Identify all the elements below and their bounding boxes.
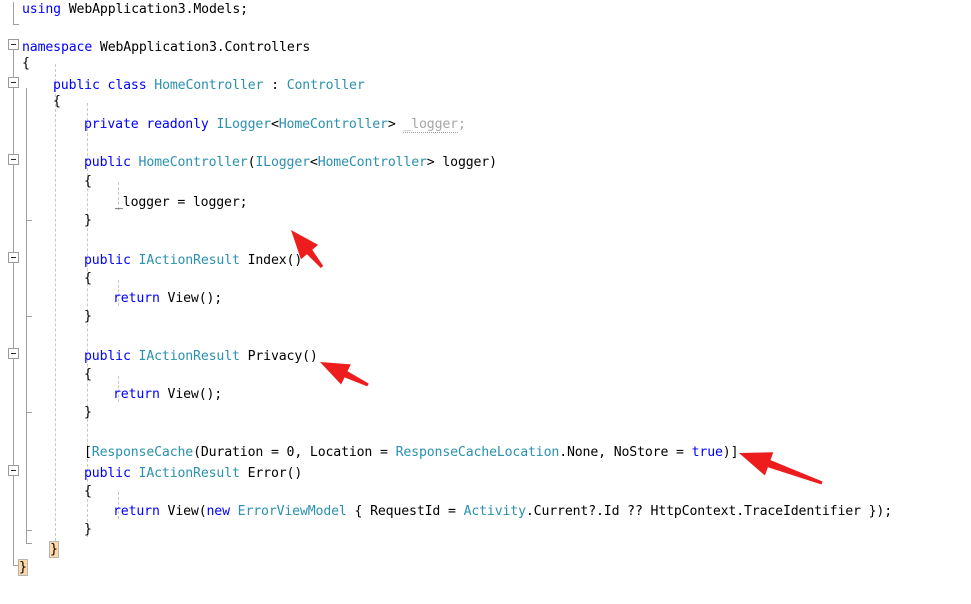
line-index-return[interactable]: return View();: [0, 289, 222, 309]
line-ns-open-brace[interactable]: {: [0, 54, 30, 74]
code-token: ResponseCacheLocation: [395, 445, 560, 460]
code-token: <: [270, 117, 279, 132]
code-token: View();: [167, 291, 223, 306]
code-token: > logger): [426, 155, 497, 170]
code-token: {: [84, 367, 92, 382]
code-token: HomeController: [317, 155, 427, 170]
code-token: ;: [457, 117, 466, 132]
line-blank-5[interactable]: [0, 423, 92, 443]
line-class-close-brace[interactable]: }: [0, 540, 59, 560]
code-token: private: [84, 117, 147, 132]
line-error-decl[interactable]: public IActionResult Error(): [0, 464, 302, 484]
code-token: return: [113, 387, 168, 402]
code-token: readonly: [146, 117, 217, 132]
code-token: IActionResult: [138, 349, 248, 364]
code-editor-surface[interactable]: using WebApplication3.Models; namespace …: [0, 0, 971, 604]
code-token: }: [84, 522, 92, 537]
code-token: .Current?.Id ?? HttpContext.TraceIdentif…: [525, 504, 892, 519]
code-token: Privacy(): [247, 349, 318, 364]
code-token: <: [309, 155, 318, 170]
code-token: Index(): [247, 253, 303, 268]
code-text-area[interactable]: using WebApplication3.Models; namespace …: [0, 0, 971, 604]
code-token: :: [263, 78, 287, 93]
line-blank-2[interactable]: [0, 131, 92, 151]
code-token: {: [53, 94, 61, 109]
code-token: HomeController: [154, 78, 264, 93]
code-token: WebApplication3.Controllers: [99, 40, 311, 55]
line-privacy-close-brace[interactable]: }: [0, 403, 92, 423]
code-token: namespace: [22, 40, 100, 55]
code-token: public: [84, 253, 139, 268]
code-token: _logger = logger;: [115, 195, 248, 210]
code-token: HomeController: [278, 117, 388, 132]
code-token: _logger: [403, 117, 458, 133]
line-responsecache-attr[interactable]: [ResponseCache(Duration = 0, Location = …: [0, 443, 739, 463]
code-token: Controller: [286, 78, 365, 93]
line-privacy-decl[interactable]: public IActionResult Privacy(): [0, 347, 318, 367]
line-namespace[interactable]: namespace WebApplication3.Controllers: [0, 38, 310, 58]
code-token: )]: [722, 445, 739, 460]
code-token: }: [84, 309, 92, 324]
line-index-close-brace[interactable]: }: [0, 307, 92, 327]
line-class-open-brace[interactable]: {: [0, 92, 61, 112]
code-token: public: [84, 466, 139, 481]
line-blank-3[interactable]: [0, 231, 92, 251]
code-token: {: [22, 56, 30, 71]
code-token: {: [84, 484, 92, 499]
code-token: >: [387, 117, 404, 132]
line-index-open-brace[interactable]: {: [0, 269, 92, 289]
code-token: using: [22, 2, 69, 17]
line-index-decl[interactable]: public IActionResult Index(): [0, 251, 302, 271]
code-token: ILogger: [255, 155, 310, 170]
code-token: new: [206, 504, 238, 519]
line-ctor-open-brace[interactable]: {: [0, 172, 92, 192]
code-token: HomeController: [138, 155, 248, 170]
code-token: ErrorViewModel: [237, 504, 347, 519]
code-token: ResponseCache: [91, 445, 194, 460]
code-token: View(: [167, 504, 207, 519]
code-token: class: [107, 78, 155, 93]
line-ctor-assign[interactable]: _logger = logger;: [0, 193, 248, 213]
code-token: }: [18, 559, 28, 576]
line-ctor-decl[interactable]: public HomeController(ILogger<HomeContro…: [0, 153, 497, 173]
code-token: public: [53, 78, 108, 93]
code-token: View();: [167, 387, 223, 402]
line-ns-close-brace[interactable]: }: [0, 558, 28, 578]
code-token: return: [113, 504, 168, 519]
line-blank-1[interactable]: [0, 20, 30, 40]
line-privacy-return[interactable]: return View();: [0, 385, 222, 405]
code-token: [: [84, 445, 92, 460]
code-token: {: [84, 174, 92, 189]
code-token: Activity: [463, 504, 526, 519]
code-token: public: [84, 155, 139, 170]
code-token: {: [84, 271, 92, 286]
code-token: IActionResult: [138, 253, 248, 268]
line-ctor-close-brace[interactable]: }: [0, 211, 92, 231]
code-token: return: [113, 291, 168, 306]
line-privacy-open-brace[interactable]: {: [0, 365, 92, 385]
line-blank-4[interactable]: [0, 327, 92, 347]
code-token: Error(): [247, 466, 303, 481]
line-error-return[interactable]: return View(new ErrorViewModel { Request…: [0, 502, 892, 522]
line-error-close-brace[interactable]: }: [0, 520, 92, 540]
code-token: }: [84, 405, 92, 420]
code-token: { RequestId =: [346, 504, 464, 519]
code-token: WebApplication3.Models;: [68, 2, 248, 17]
code-token: }: [49, 541, 59, 558]
code-token: (Duration = 0, Location =: [193, 445, 396, 460]
line-error-open-brace[interactable]: {: [0, 482, 92, 502]
code-token: .None, NoStore =: [559, 445, 692, 460]
line-using-models[interactable]: using WebApplication3.Models;: [0, 0, 248, 20]
code-token: true: [691, 445, 723, 460]
code-token: ILogger: [216, 117, 271, 132]
code-token: }: [84, 213, 92, 228]
code-token: IActionResult: [138, 466, 248, 481]
code-token: public: [84, 349, 139, 364]
